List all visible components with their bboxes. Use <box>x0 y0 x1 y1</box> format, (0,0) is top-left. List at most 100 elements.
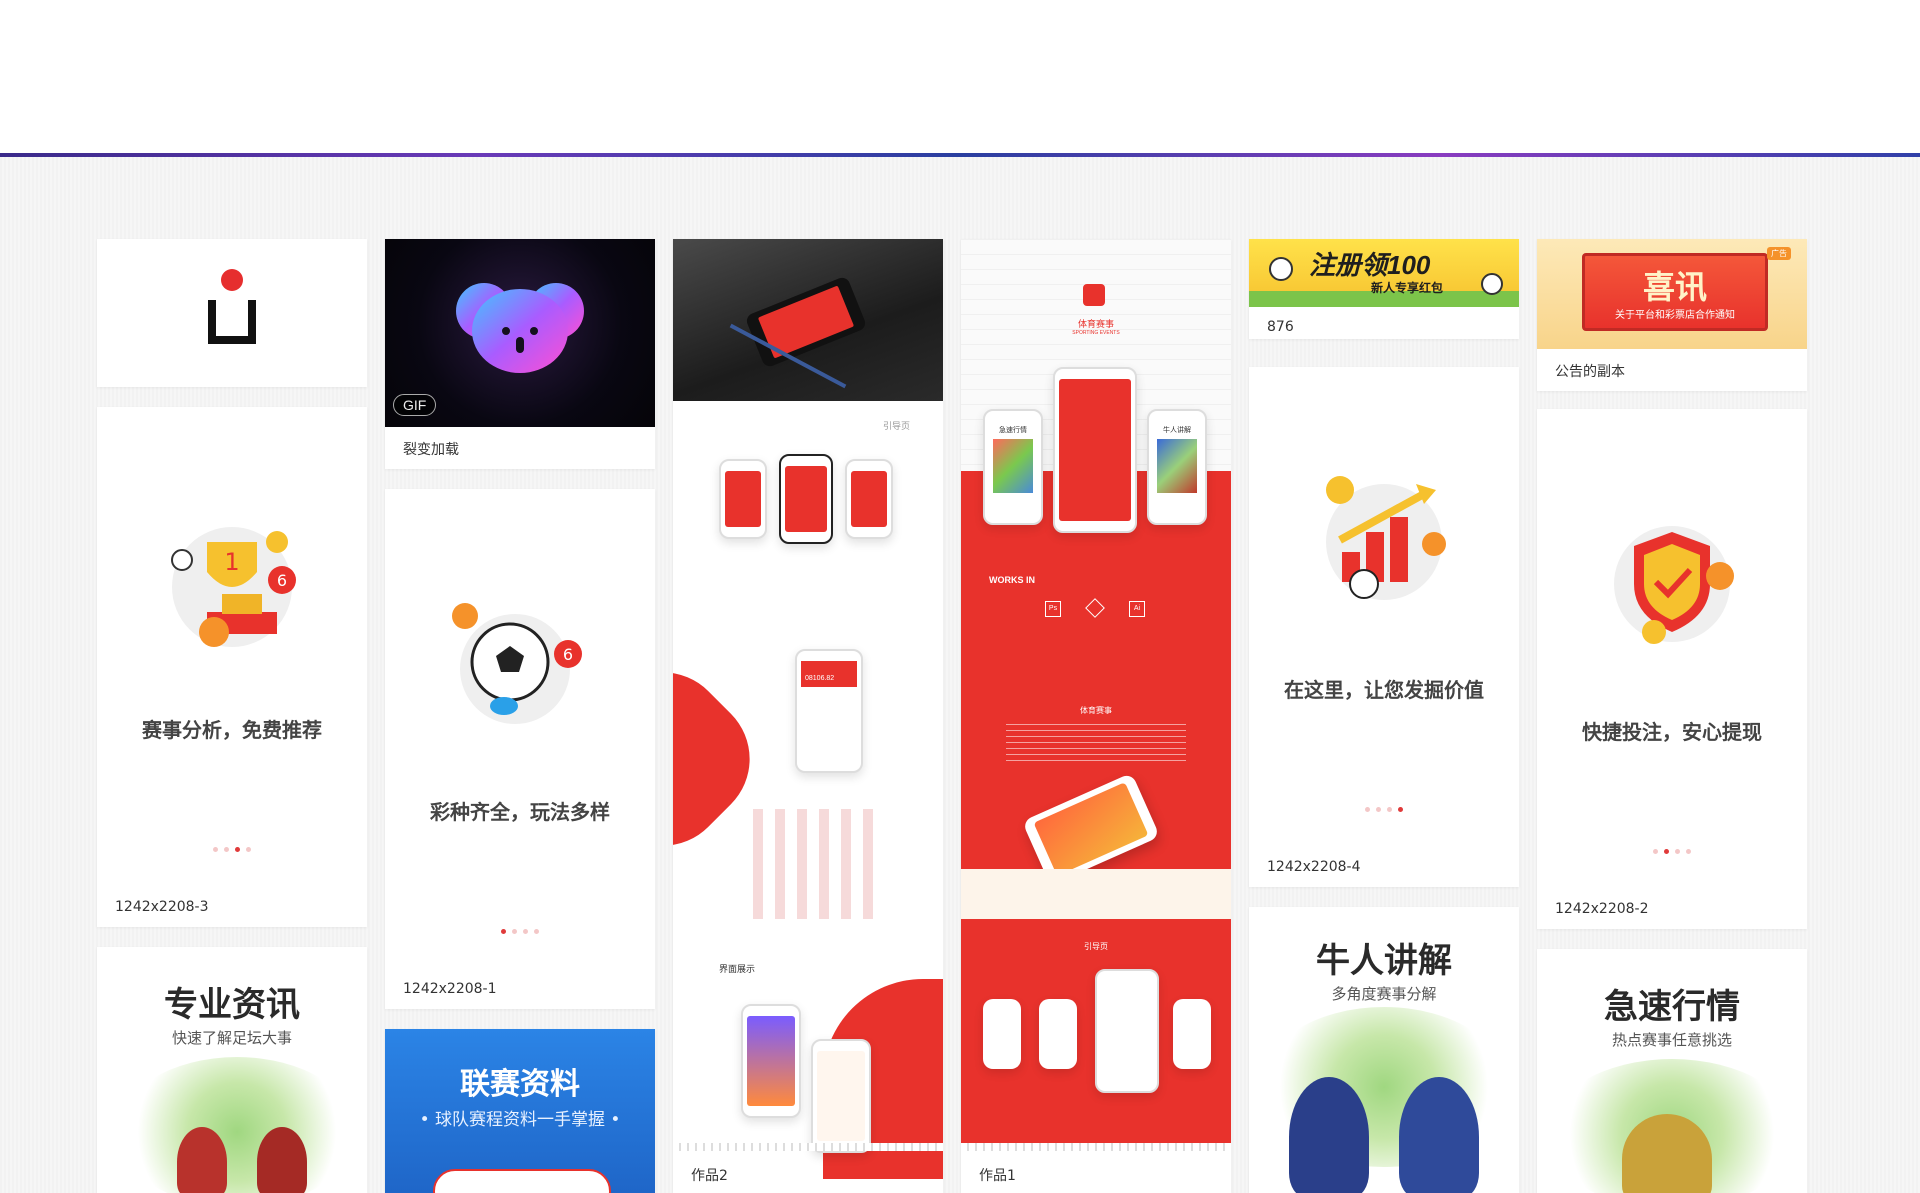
screen-mock <box>1095 969 1159 1093</box>
welcome-card-2[interactable]: 快捷投注，安心提现 1242x2208-2 <box>1537 409 1807 929</box>
player-image <box>1289 1077 1369 1193</box>
card-caption: 1242x2208-2 <box>1555 901 1649 917</box>
banner-title: 注册领100 <box>1309 250 1431 280</box>
intro-text-block <box>1006 721 1186 761</box>
svg-text:6: 6 <box>277 571 287 590</box>
ball-icon <box>1269 257 1293 281</box>
logo-card[interactable] <box>97 239 367 387</box>
welcome-card-3[interactable]: 1 6 赛事分析，免费推荐 1242x2208-3 <box>97 407 367 927</box>
phone-label: 急速行情 <box>999 427 1027 434</box>
pager-dots <box>1653 849 1691 854</box>
fast-odds-card[interactable]: 急速行情 热点赛事任意挑选 <box>1537 949 1807 1193</box>
notice-banner: 喜讯 关于平台和彩票店合作通知 广告 <box>1537 239 1807 349</box>
notice-subtitle: 关于平台和彩票店合作通知 <box>1615 310 1735 321</box>
gif-preview: GIF <box>385 239 655 427</box>
section-label: 界面展示 <box>719 964 756 974</box>
ad-tag: 广告 <box>1767 247 1791 260</box>
card-subtitle: 热点赛事任意挑选 <box>1611 1031 1732 1049</box>
svg-text:1: 1 <box>224 548 239 576</box>
card-title: 联赛资料 <box>460 1067 580 1102</box>
app-name: 体育赛事 <box>1077 319 1114 329</box>
notice-card[interactable]: 喜讯 关于平台和彩票店合作通知 广告 公告的副本 <box>1537 239 1807 391</box>
green-splash <box>117 1057 357 1193</box>
welcome-phrase: 赛事分析，免费推荐 <box>142 718 322 742</box>
section-label: 引导页 <box>883 421 911 431</box>
action-button[interactable] <box>433 1169 611 1193</box>
svg-text:6: 6 <box>563 645 573 664</box>
illustrator-icon: Ai <box>1129 601 1145 617</box>
works-in-label: WORKS IN <box>989 575 1035 585</box>
works1-card[interactable]: 体育赛事 SPORTING EVENTS 急速行情 牛人讲解 WORKS IN … <box>961 239 1231 1193</box>
guide-label: 引导页 <box>1084 942 1108 951</box>
screen-mock <box>1053 367 1137 533</box>
card-caption: 作品2 <box>691 1168 728 1184</box>
section-title: 体育赛事 <box>1080 706 1112 715</box>
zigzag-edge <box>673 1143 943 1151</box>
league-card[interactable]: 联赛资料 • 球队赛程资料一手掌握 • <box>385 1029 655 1193</box>
notice-board: 喜讯 关于平台和彩票店合作通知 <box>1582 253 1768 331</box>
football-illustration-icon: 6 <box>452 603 582 724</box>
promo-banner: 注册领100 新人专享红包 <box>1249 239 1519 307</box>
screen-mock <box>1173 999 1211 1069</box>
card-title: 牛人讲解 <box>1316 941 1452 981</box>
card-caption: 1242x2208-1 <box>403 981 497 997</box>
pager-dots <box>1365 807 1403 812</box>
screen-mock: 牛人讲解 <box>1147 409 1207 525</box>
ball-icon <box>1481 273 1503 295</box>
top-header <box>0 0 1920 154</box>
phone-photo <box>673 239 943 401</box>
phone-image <box>744 275 868 369</box>
card-title: 专业资讯 <box>164 985 300 1025</box>
brand-logo-icon <box>208 269 256 344</box>
card-caption: 1242x2208-3 <box>115 899 209 915</box>
banner-subtitle: 新人专享红包 <box>1371 281 1444 295</box>
fission-loading-card[interactable]: GIF 裂变加载 <box>385 239 655 469</box>
card-caption: 1242x2208-4 <box>1267 859 1361 875</box>
welcome-card-1[interactable]: 6 彩种齐全，玩法多样 1242x2208-1 <box>385 489 655 1009</box>
welcome-phrase: 快捷投注，安心提现 <box>1582 720 1762 744</box>
cream-band <box>961 869 1231 919</box>
zigzag-edge <box>961 1143 1231 1151</box>
screen-mock <box>741 1004 801 1118</box>
screen-mock <box>719 459 767 539</box>
card-title: 急速行情 <box>1604 987 1740 1027</box>
screen-mock: 08106.82 <box>795 649 863 773</box>
growth-chart-illustration-icon <box>1326 476 1446 600</box>
balance-number: 08106.82 <box>805 675 835 682</box>
screen-mock <box>845 459 893 539</box>
works2-card[interactable]: 引导页 08106.82 界面展示 作品2 <box>673 239 943 1193</box>
notice-title: 喜讯 <box>1642 269 1707 305</box>
welcome-phrase: 彩种齐全，玩法多样 <box>430 800 610 824</box>
trophy-illustration-icon: 1 6 <box>171 527 296 647</box>
pager-dots <box>213 847 251 852</box>
card-caption: 公告的副本 <box>1555 364 1625 380</box>
card-subtitle: 多角度赛事分解 <box>1331 985 1437 1003</box>
pro-news-card[interactable]: 专业资讯 快速了解足坛大事 <box>97 947 367 1193</box>
player-image <box>257 1127 307 1193</box>
screen-mock <box>1039 999 1077 1069</box>
card-caption: 876 <box>1267 319 1294 335</box>
expert-card[interactable]: 牛人讲解 多角度赛事分解 <box>1249 907 1519 1193</box>
screen-mock <box>983 999 1021 1069</box>
card-subtitle: • 球队赛程资料一手掌握 • <box>419 1110 621 1130</box>
photoshop-icon: Ps <box>1045 601 1061 617</box>
gif-badge: GIF <box>393 394 437 416</box>
icon-grid <box>753 809 873 919</box>
screen-mock <box>779 454 833 544</box>
welcome-phrase: 在这里，让您发掘价值 <box>1284 678 1484 702</box>
pager-dots <box>501 929 539 934</box>
shield-illustration-icon <box>1614 526 1734 644</box>
screen-mock <box>811 1039 871 1153</box>
koala-icon <box>456 283 584 373</box>
card-subtitle: 快速了解足坛大事 <box>171 1029 292 1047</box>
app-logo-icon <box>1083 284 1105 306</box>
phone-label: 牛人讲解 <box>1163 427 1191 434</box>
welcome-card-4[interactable]: 在这里，让您发掘价值 1242x2208-4 <box>1249 367 1519 887</box>
app-subname: SPORTING EVENTS <box>1072 330 1120 336</box>
card-caption: 裂变加载 <box>403 442 459 458</box>
player-image <box>1399 1077 1479 1193</box>
player-image <box>177 1127 227 1193</box>
banner-876-card[interactable]: 注册领100 新人专享红包 876 <box>1249 239 1519 339</box>
card-caption: 作品1 <box>979 1168 1016 1184</box>
screen-mock: 急速行情 <box>983 409 1043 525</box>
